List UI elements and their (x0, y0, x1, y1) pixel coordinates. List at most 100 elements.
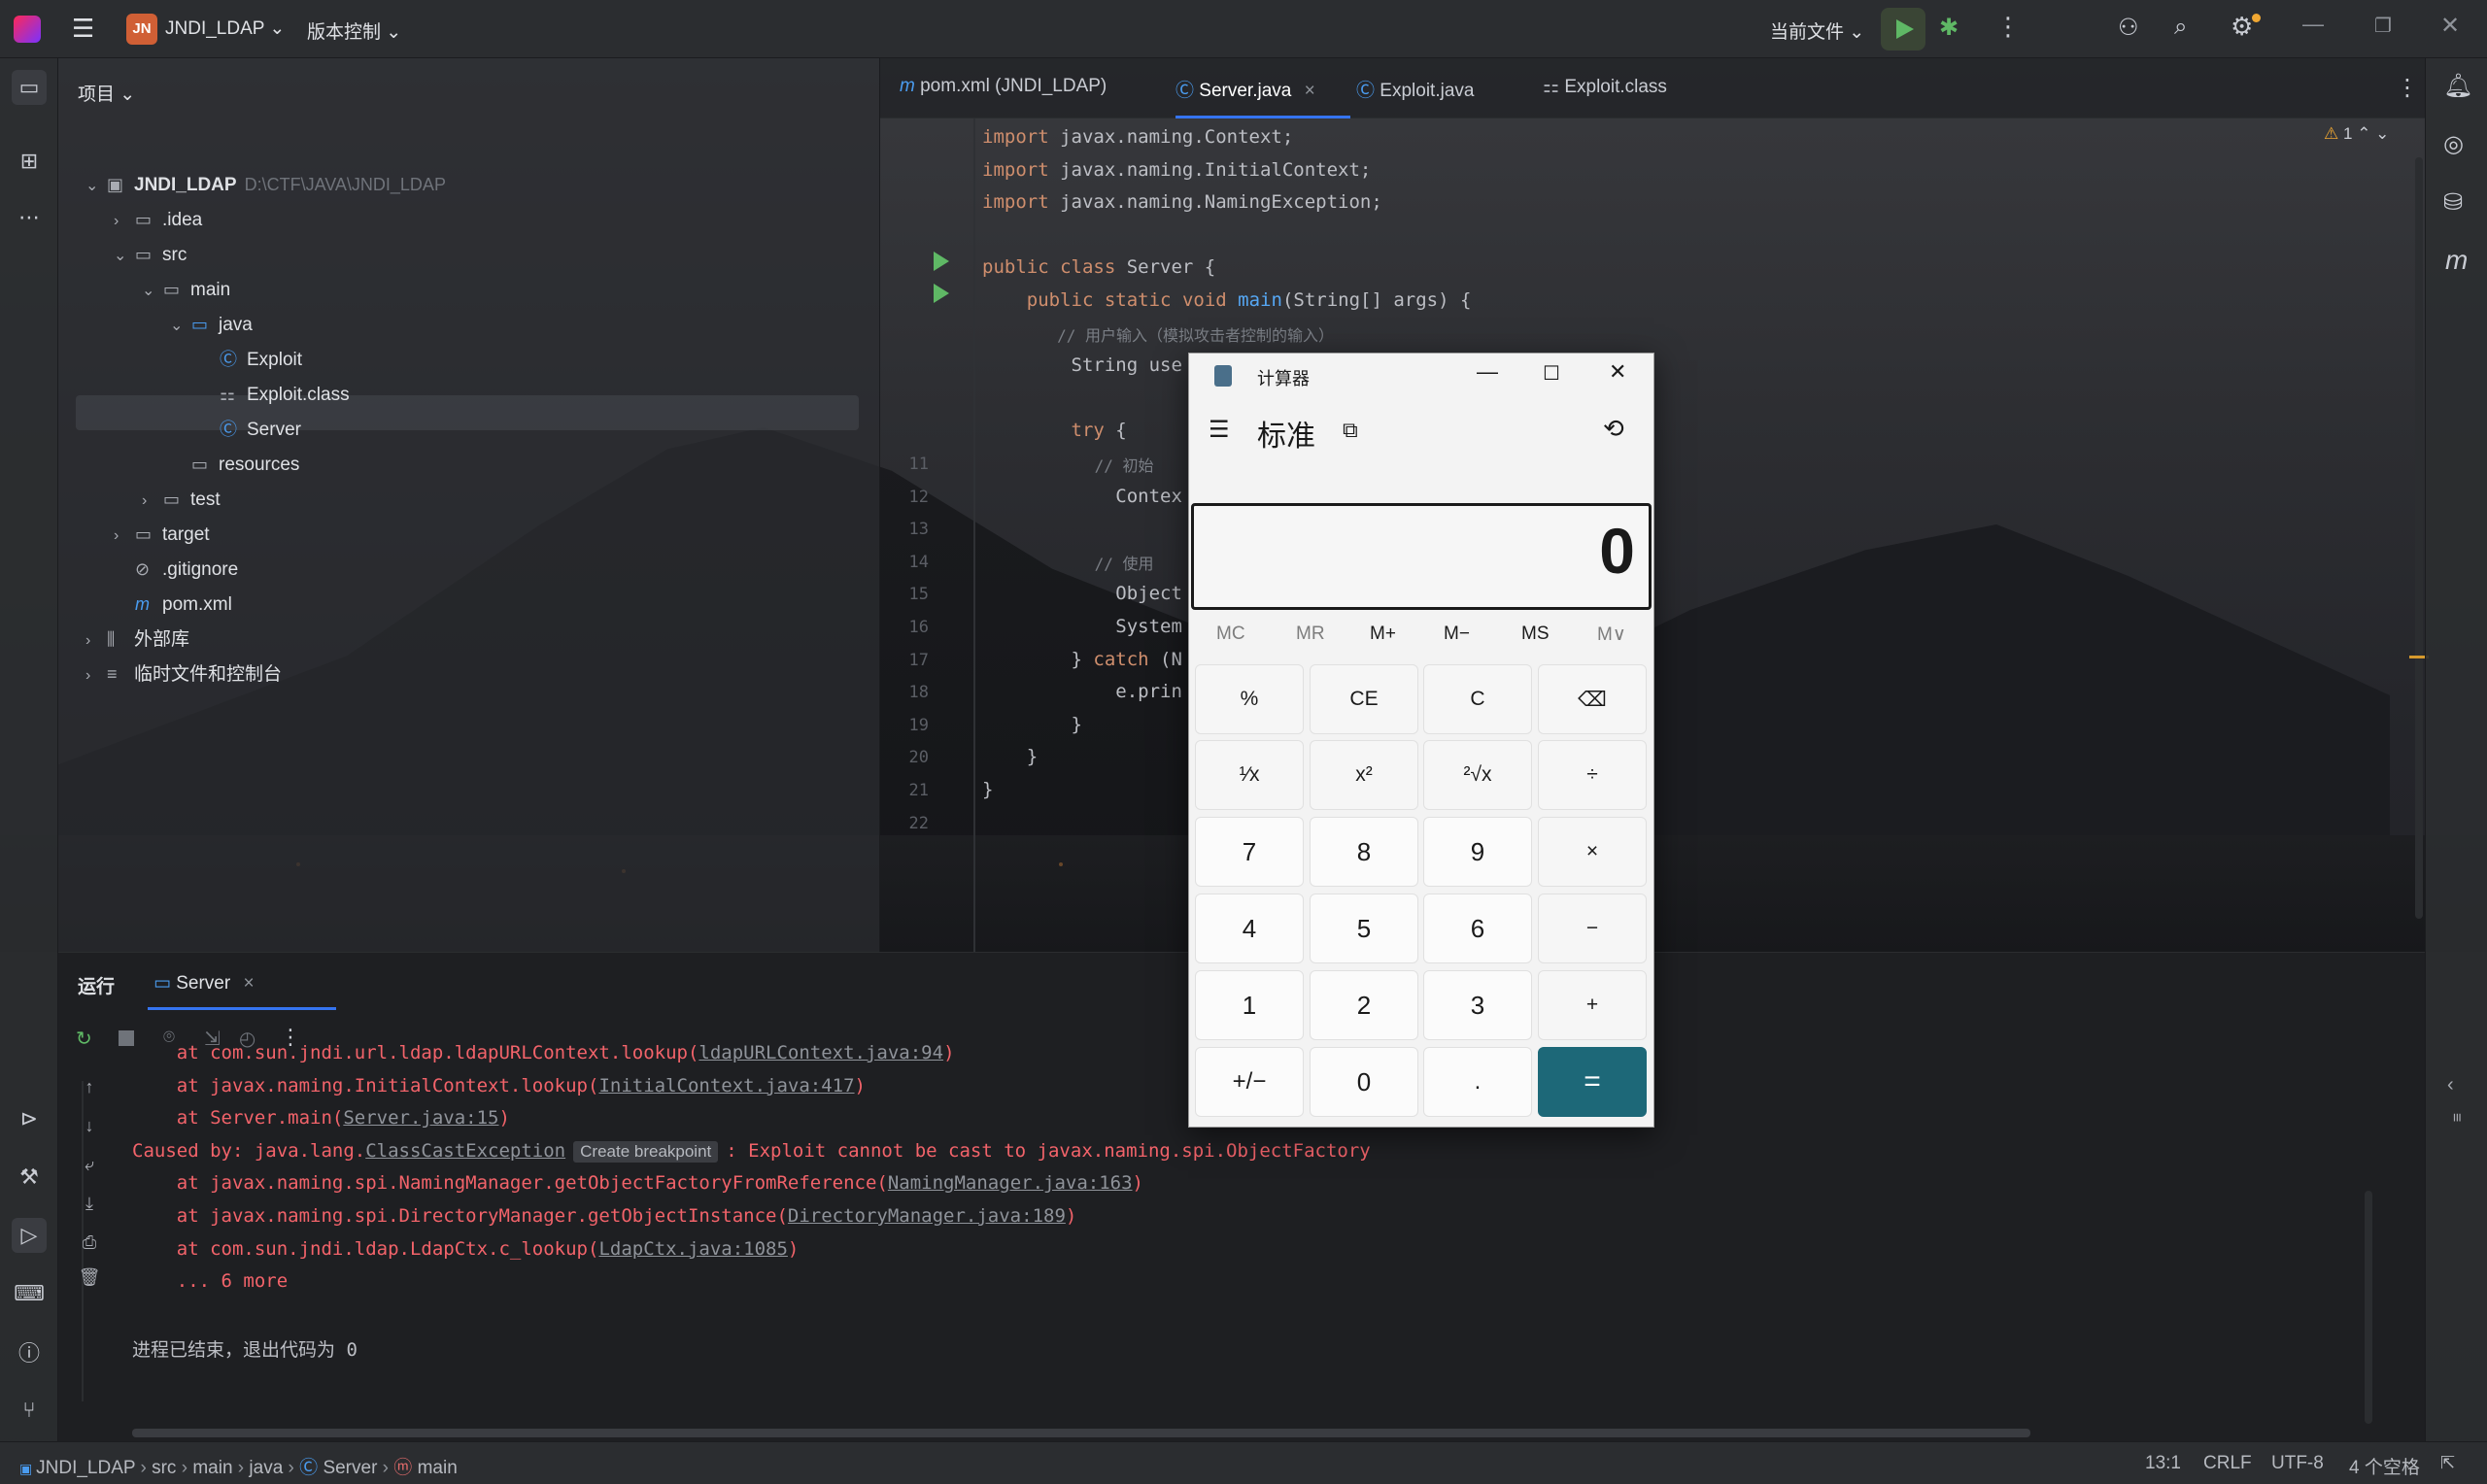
tab-options-icon[interactable]: ⋮ (2396, 74, 2419, 102)
calc-key[interactable]: 4 (1195, 894, 1304, 963)
calc-key[interactable]: ⌫ (1538, 664, 1647, 734)
soft-wrap-icon[interactable]: ⤶ (76, 1155, 103, 1182)
search-icon[interactable]: ⌕ (2174, 14, 2187, 41)
calc-maximize-icon[interactable]: ☐ (1543, 361, 1560, 386)
calc-key[interactable]: 9 (1423, 817, 1532, 887)
expand-arrow-icon[interactable]: › (114, 204, 135, 239)
tree-item[interactable]: ⌄ ▭ main (142, 272, 230, 307)
tree-item[interactable]: › ▭ test (142, 482, 221, 517)
expand-arrow-icon[interactable]: › (114, 519, 135, 554)
rerun-icon[interactable]: ↻ (76, 1027, 92, 1051)
console-horizontal-scrollbar[interactable] (132, 1429, 2030, 1437)
memory-button[interactable]: M∨ (1597, 624, 1626, 646)
calc-key[interactable]: 8 (1310, 817, 1418, 887)
tree-item[interactable]: ⚏ Exploit.class (198, 377, 350, 412)
scroll-to-end-icon[interactable]: ⤓ (76, 1194, 103, 1221)
add-user-icon[interactable]: ⚇ (2118, 14, 2139, 42)
code-line[interactable]: } (982, 746, 1038, 767)
calc-key[interactable]: x² (1310, 740, 1418, 810)
stacktrace-link[interactable]: InitialContext.java:417 (598, 1075, 854, 1096)
code-line[interactable]: } (982, 714, 1082, 735)
problems-tool-icon[interactable]: ⓘ (12, 1334, 47, 1369)
breadcrumb-item[interactable]: JNDI_LDAP (36, 1458, 135, 1478)
breadcrumb-item[interactable]: src (152, 1458, 176, 1478)
run-class-gutter-icon[interactable] (934, 252, 949, 271)
code-line[interactable]: System (982, 616, 1182, 637)
project-selector[interactable]: JNDI_LDAP ⌄ (165, 17, 285, 40)
calc-key[interactable]: . (1423, 1047, 1532, 1117)
run-button[interactable] (1881, 8, 1925, 51)
calc-key[interactable]: ²√x (1423, 740, 1532, 810)
code-line[interactable]: public class Server { (982, 256, 1215, 278)
calc-key[interactable]: 5 (1310, 894, 1418, 963)
file-encoding[interactable]: UTF-8 (2271, 1453, 2324, 1474)
calc-key[interactable]: +/− (1195, 1047, 1304, 1117)
breadcrumb-item[interactable]: main (192, 1458, 232, 1478)
project-panel-header[interactable]: 项目 ⌄ (78, 80, 135, 106)
caret-position[interactable]: 13:1 (2145, 1453, 2181, 1474)
editor-scrollbar[interactable] (2415, 157, 2423, 919)
run-config-selector[interactable]: 当前文件 ⌄ (1770, 17, 1864, 44)
stacktrace-link[interactable]: LdapCtx.java:1085 (598, 1238, 787, 1260)
calc-close-icon[interactable]: ✕ (1609, 359, 1626, 385)
clear-console-icon[interactable]: 🗑︎ (76, 1267, 103, 1295)
code-line[interactable]: // 用户输入（模拟攻击者控制的输入） (982, 322, 1334, 346)
calc-key[interactable]: 1 (1195, 970, 1304, 1040)
project-badge[interactable]: JN (126, 14, 157, 45)
tree-item[interactable]: › ▭ .idea (114, 202, 202, 237)
project-tool-icon[interactable]: ▭ (12, 70, 47, 105)
memory-button[interactable]: MR (1296, 624, 1325, 645)
code-line[interactable]: String use (982, 354, 1182, 376)
tab-exploit-java[interactable]: Ⓒ Exploit.java (1356, 76, 1474, 102)
more-icon[interactable]: ⋮ (1995, 12, 2021, 42)
close-tab-icon[interactable]: × (243, 973, 254, 994)
code-line[interactable]: } (982, 779, 993, 800)
calc-key[interactable]: × (1538, 817, 1647, 887)
calc-key[interactable]: C (1423, 664, 1532, 734)
run-tool-icon[interactable]: ▷ (12, 1218, 47, 1253)
run-tab-server[interactable]: ▭ Server × (153, 972, 255, 995)
tab-exploit-class[interactable]: ⚏ Exploit.class (1543, 76, 1667, 98)
scroll-down-icon[interactable]: ↓ (76, 1116, 103, 1143)
calc-key[interactable]: ¹⁄x (1195, 740, 1304, 810)
code-line[interactable]: } catch (N (982, 649, 1182, 670)
tree-item[interactable]: › ▭ target (114, 517, 210, 552)
read-only-lock-icon[interactable]: ⇱ (2440, 1453, 2455, 1473)
calc-nav-menu-icon[interactable]: ☰ (1209, 416, 1230, 444)
print-icon[interactable]: ⎙ (76, 1232, 103, 1260)
code-line[interactable]: import javax.naming.NamingException; (982, 191, 1382, 213)
calc-key[interactable]: 6 (1423, 894, 1532, 963)
expand-arrow-icon[interactable]: ⌄ (114, 239, 135, 274)
tab-server-java[interactable]: Ⓒ Server.java × (1175, 76, 1315, 102)
main-menu-icon[interactable]: ☰ (72, 14, 94, 44)
code-line[interactable]: public static void main(String[] args) { (982, 289, 1472, 311)
stacktrace-link[interactable]: NamingManager.java:163 (888, 1172, 1133, 1194)
calc-key[interactable]: 0 (1310, 1047, 1418, 1117)
tree-item[interactable]: ⊘ .gitignore (114, 552, 238, 587)
code-line[interactable]: // 初始 (982, 453, 1154, 476)
notifications-icon[interactable]: 🔔︎ (2443, 72, 2472, 100)
memory-button[interactable]: MS (1521, 624, 1550, 645)
database-icon[interactable]: ⛁ (2443, 188, 2463, 217)
close-window-icon[interactable]: ✕ (2440, 12, 2460, 40)
console-vertical-scrollbar[interactable] (2365, 1191, 2372, 1424)
expand-arrow-icon[interactable]: › (85, 658, 107, 693)
stacktrace-link[interactable]: ldapURLContext.java:94 (698, 1042, 943, 1063)
indent-setting[interactable]: 4 个空格 (2349, 1453, 2420, 1479)
tree-item[interactable]: Ⓒ Server (198, 412, 301, 447)
side-label-icon[interactable]: ≡ (2447, 1113, 2465, 1122)
history-icon[interactable]: ⟲ (1603, 414, 1624, 444)
breadcrumb-item[interactable]: java (249, 1458, 283, 1478)
code-line[interactable]: Object (982, 583, 1182, 604)
git-tool-icon[interactable]: ⑂ (12, 1393, 47, 1428)
code-line[interactable]: Contex (982, 486, 1182, 507)
vcs-menu[interactable]: 版本控制 ⌄ (307, 17, 401, 44)
code-line[interactable]: import javax.naming.Context; (982, 126, 1293, 148)
calc-minimize-icon[interactable]: — (1477, 359, 1498, 385)
close-tab-icon[interactable]: × (1305, 81, 1315, 101)
code-line[interactable]: try { (982, 420, 1127, 441)
stacktrace-link[interactable]: ClassCastException (365, 1140, 565, 1162)
expand-arrow-icon[interactable]: ⌄ (170, 309, 191, 344)
ai-assistant-icon[interactable]: ◎ (2443, 130, 2464, 158)
calc-key[interactable]: % (1195, 664, 1304, 734)
